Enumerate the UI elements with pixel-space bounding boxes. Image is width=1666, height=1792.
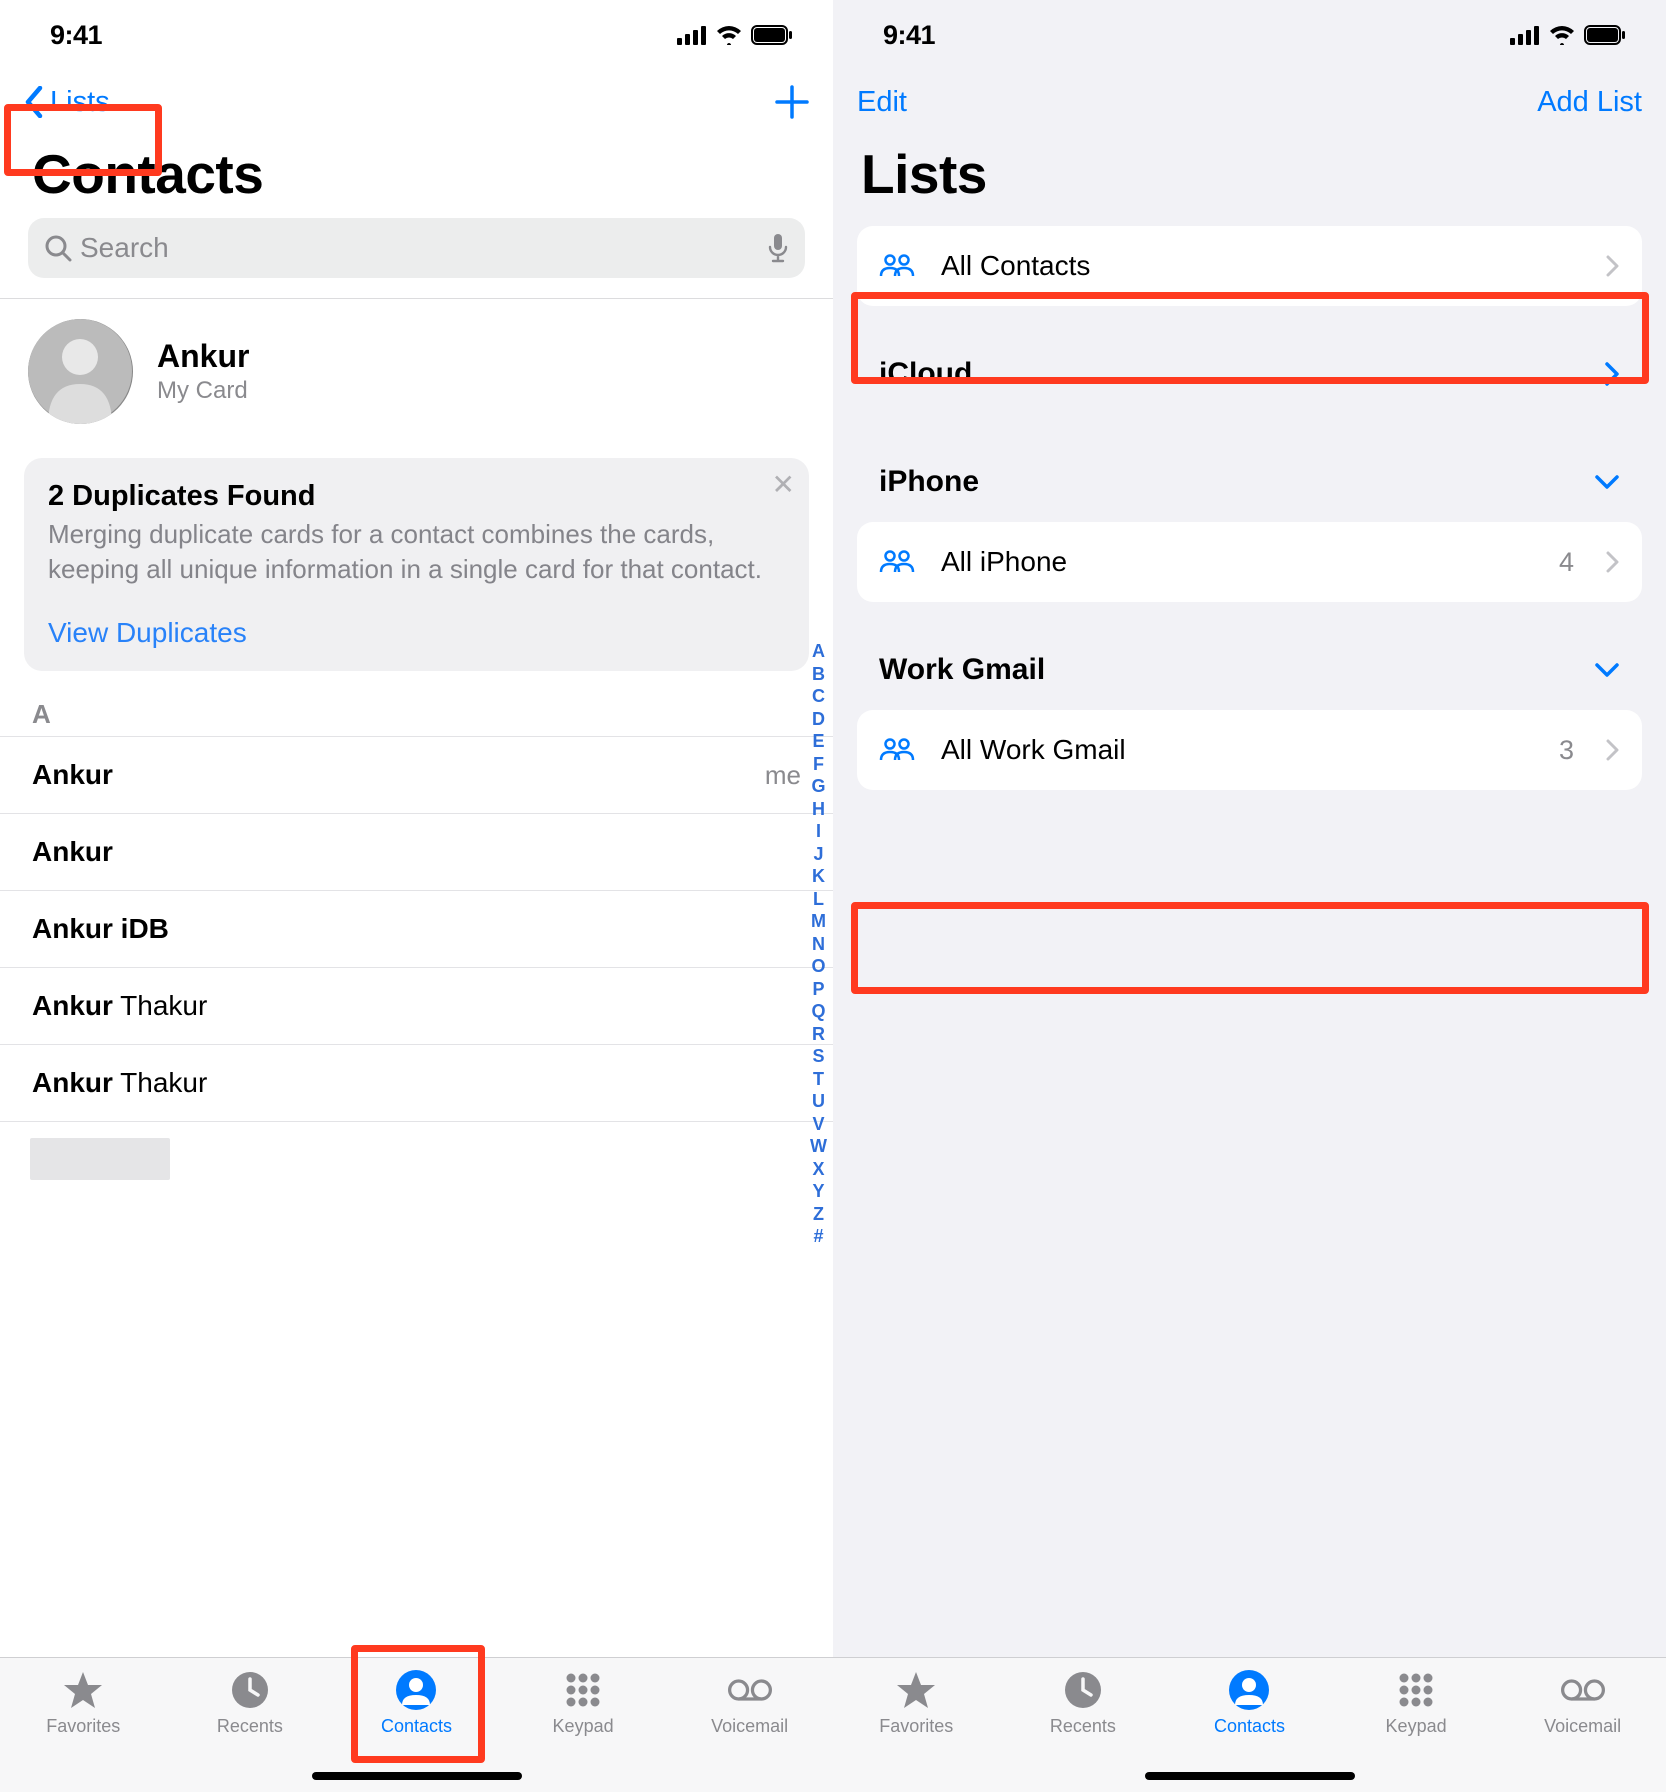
chevron-right-icon (1606, 739, 1620, 761)
edit-button[interactable]: Edit (857, 86, 907, 119)
duplicates-card: ✕ 2 Duplicates Found Merging duplicate c… (24, 458, 809, 671)
list-row-label: All Work Gmail (941, 734, 1126, 766)
contact-row[interactable]: Ankurme (0, 736, 833, 814)
nav-bar: Edit Add List (833, 70, 1666, 134)
chevron-left-icon (24, 86, 44, 118)
list-row-all-work-gmail[interactable]: All Work Gmail 3 (857, 710, 1642, 790)
star-icon (894, 1668, 938, 1712)
screen-contacts: 9:41 Lists Contacts Ankur My Card ✕ (0, 0, 833, 1792)
tab-recents[interactable]: Recents (190, 1668, 310, 1792)
chevron-down-icon (1594, 662, 1620, 678)
clock-icon (228, 1668, 272, 1712)
tab-bar: Favorites Recents Contacts Keypad Voicem… (833, 1657, 1666, 1792)
search-input[interactable] (80, 232, 759, 264)
my-card-subtitle: My Card (157, 377, 249, 405)
status-bar: 9:41 (833, 0, 1666, 70)
redacted-row (30, 1138, 170, 1180)
tab-voicemail[interactable]: Voicemail (690, 1668, 810, 1792)
person-circle-icon (394, 1668, 438, 1712)
star-icon (61, 1668, 105, 1712)
section-header-label: Work Gmail (879, 653, 1045, 687)
group-icon (879, 548, 919, 576)
contact-row[interactable]: Ankur (0, 814, 833, 891)
chevron-right-icon (1606, 551, 1620, 573)
section-header-iphone[interactable]: iPhone (833, 442, 1666, 522)
list-row-count: 4 (1559, 547, 1574, 578)
battery-icon (1584, 25, 1626, 45)
contact-row[interactable]: Ankur Thakur (0, 968, 833, 1045)
tab-bar: Favorites Recents Contacts Keypad Voicem… (0, 1657, 833, 1792)
voicemail-icon (728, 1668, 772, 1712)
section-header-letter: A (0, 671, 833, 736)
section-header-label: iCloud (879, 357, 972, 391)
screen-lists: 9:41 Edit Add List Lists All Contacts iC… (833, 0, 1666, 1792)
section-header-work-gmail[interactable]: Work Gmail (833, 630, 1666, 710)
cellular-icon (1510, 25, 1540, 45)
add-contact-button[interactable] (775, 85, 809, 119)
wifi-icon (1548, 25, 1576, 45)
duplicates-title: 2 Duplicates Found (48, 480, 785, 513)
status-bar: 9:41 (0, 0, 833, 70)
my-card-name: Ankur (157, 338, 249, 375)
chevron-right-icon (1604, 361, 1620, 387)
chevron-down-icon (1594, 474, 1620, 490)
my-card-text: Ankur My Card (157, 338, 249, 405)
group-icon (879, 736, 919, 764)
list-row-all-iphone[interactable]: All iPhone 4 (857, 522, 1642, 602)
search-bar[interactable] (28, 218, 805, 278)
status-icons (1510, 25, 1626, 45)
page-title: Contacts (0, 134, 833, 218)
voicemail-icon (1561, 1668, 1605, 1712)
keypad-icon (1394, 1668, 1438, 1712)
search-icon (44, 234, 72, 262)
home-indicator[interactable] (1145, 1772, 1355, 1780)
person-circle-icon (1227, 1668, 1271, 1712)
chevron-right-icon (1606, 255, 1620, 277)
tab-keypad[interactable]: Keypad (1356, 1668, 1476, 1792)
tab-voicemail[interactable]: Voicemail (1523, 1668, 1643, 1792)
tab-favorites[interactable]: Favorites (23, 1668, 143, 1792)
contact-row[interactable]: Ankur iDB (0, 891, 833, 968)
alpha-index[interactable]: ABCDEFGHIJKLMNOPQRSTUVWXYZ# (810, 640, 827, 1248)
duplicates-description: Merging duplicate cards for a contact co… (48, 517, 785, 587)
my-card-row[interactable]: Ankur My Card (0, 299, 833, 444)
plus-icon (775, 85, 809, 119)
back-button[interactable]: Lists (24, 86, 110, 119)
add-list-button[interactable]: Add List (1537, 86, 1642, 119)
list-row-label: All Contacts (941, 250, 1090, 282)
section-header-label: iPhone (879, 465, 979, 499)
tab-keypad[interactable]: Keypad (523, 1668, 643, 1792)
status-time: 9:41 (50, 20, 102, 51)
back-label: Lists (50, 86, 110, 119)
annotation-highlight (851, 902, 1649, 994)
status-time: 9:41 (883, 20, 935, 51)
clock-icon (1061, 1668, 1105, 1712)
battery-icon (751, 25, 793, 45)
list-row-all-contacts[interactable]: All Contacts (857, 226, 1642, 306)
tab-recents[interactable]: Recents (1023, 1668, 1143, 1792)
close-icon[interactable]: ✕ (772, 468, 795, 501)
keypad-icon (561, 1668, 605, 1712)
section-header-icloud[interactable]: iCloud (833, 334, 1666, 414)
list-row-label: All iPhone (941, 546, 1067, 578)
tab-favorites[interactable]: Favorites (856, 1668, 976, 1792)
microphone-icon[interactable] (767, 233, 789, 263)
home-indicator[interactable] (312, 1772, 522, 1780)
list-row-count: 3 (1559, 735, 1574, 766)
contacts-list: Ankurme Ankur Ankur iDB Ankur Thakur Ank… (0, 736, 833, 1122)
contact-row[interactable]: Ankur Thakur (0, 1045, 833, 1122)
cellular-icon (677, 25, 707, 45)
view-duplicates-link[interactable]: View Duplicates (48, 617, 247, 649)
nav-bar: Lists (0, 70, 833, 134)
avatar (28, 319, 133, 424)
group-icon (879, 252, 919, 280)
me-tag: me (765, 760, 801, 791)
status-icons (677, 25, 793, 45)
wifi-icon (715, 25, 743, 45)
page-title: Lists (833, 134, 1666, 218)
